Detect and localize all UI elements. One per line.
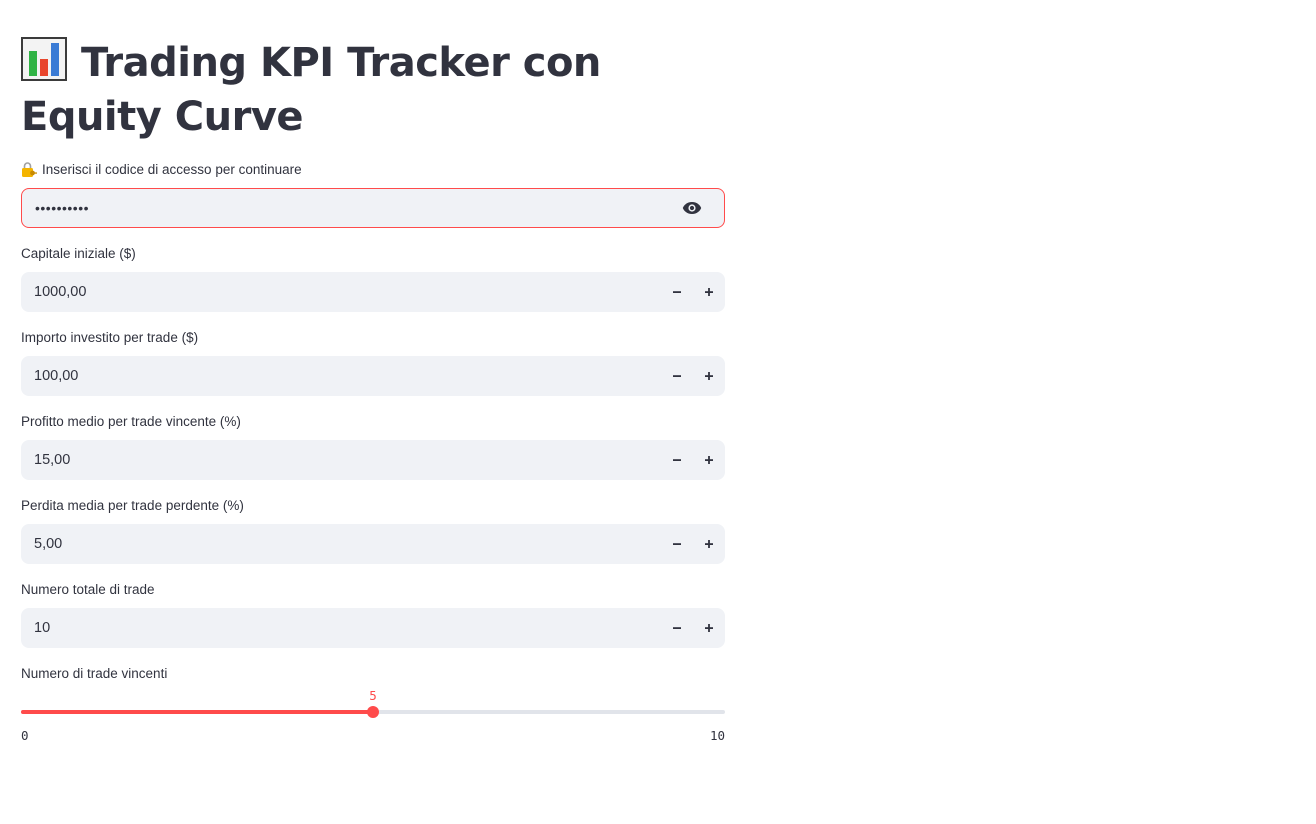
profitto-medio-field: Profitto medio per trade vincente (%) 15…: [21, 412, 725, 480]
minus-icon[interactable]: [661, 608, 693, 648]
access-code-label-text: Inserisci il codice di accesso per conti…: [42, 162, 302, 177]
minus-icon[interactable]: [661, 272, 693, 312]
importo-investito-field: Importo investito per trade ($) 100,00: [21, 328, 725, 396]
field-value[interactable]: 100,00: [21, 368, 661, 384]
page-title-text: Trading KPI Tracker con Equity Curve: [21, 40, 601, 140]
plus-icon[interactable]: [693, 356, 725, 396]
capitale-iniziale-field: Capitale iniziale ($) 1000,00: [21, 244, 725, 312]
field-value[interactable]: 1000,00: [21, 284, 661, 300]
page-title: Trading KPI Tracker con Equity Curve: [21, 36, 725, 144]
slider-track-fill: [21, 710, 373, 714]
eye-icon[interactable]: [681, 197, 703, 219]
field-value[interactable]: 15,00: [21, 452, 661, 468]
access-code-field: Inserisci il codice di accesso per conti…: [21, 160, 725, 228]
plus-icon[interactable]: [693, 440, 725, 480]
slider-thumb[interactable]: [367, 706, 379, 718]
plus-icon[interactable]: [693, 524, 725, 564]
field-label: Profitto medio per trade vincente (%): [21, 414, 241, 429]
winning-trades-slider[interactable]: 5 0 10: [21, 686, 725, 746]
perdita-media-field: Perdita media per trade perdente (%) 5,0…: [21, 496, 725, 564]
minus-icon[interactable]: [661, 524, 693, 564]
plus-icon[interactable]: [693, 272, 725, 312]
capitale-iniziale-input[interactable]: 1000,00: [21, 272, 725, 312]
field-label: Capitale iniziale ($): [21, 246, 136, 261]
profitto-medio-input[interactable]: 15,00: [21, 440, 725, 480]
access-code-label: Inserisci il codice di accesso per conti…: [21, 160, 725, 180]
minus-icon[interactable]: [661, 356, 693, 396]
slider-max-label: 10: [709, 728, 725, 743]
password-value: ••••••••••: [35, 199, 90, 216]
numero-totale-trade-input[interactable]: 10: [21, 608, 725, 648]
field-value[interactable]: 10: [21, 620, 661, 636]
lock-key-icon: [22, 162, 37, 177]
minus-icon[interactable]: [661, 440, 693, 480]
field-label: Numero totale di trade: [21, 582, 155, 597]
importo-investito-input[interactable]: 100,00: [21, 356, 725, 396]
field-label: Importo investito per trade ($): [21, 330, 199, 345]
field-label: Perdita media per trade perdente (%): [21, 498, 244, 513]
plus-icon[interactable]: [693, 608, 725, 648]
field-value[interactable]: 5,00: [21, 536, 661, 552]
access-code-input[interactable]: ••••••••••: [21, 188, 725, 228]
slider-min-label: 0: [21, 728, 29, 743]
bar-chart-icon: [21, 37, 67, 81]
perdita-media-input[interactable]: 5,00: [21, 524, 725, 564]
slider-value: 5: [369, 688, 377, 703]
slider-label: Numero di trade vincenti: [21, 666, 168, 681]
numero-totale-trade-field: Numero totale di trade 10: [21, 580, 725, 648]
